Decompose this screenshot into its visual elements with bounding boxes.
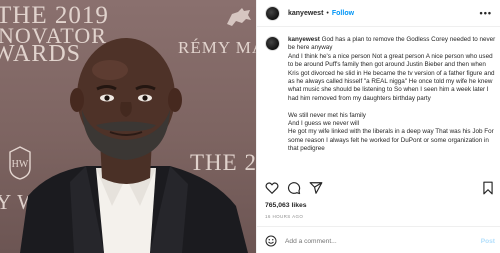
post-panel: kanyewest • Follow ••• kanyewest God has…	[256, 0, 500, 253]
emoji-icon[interactable]	[265, 235, 277, 247]
caption-line: We still never met his family	[288, 111, 366, 119]
like-count[interactable]: 765,063 likes	[265, 202, 307, 209]
person-portrait	[20, 38, 248, 253]
post-header: kanyewest • Follow •••	[257, 0, 500, 27]
share-icon[interactable]	[309, 181, 323, 195]
follow-button[interactable]: Follow	[332, 10, 354, 17]
comment-icon[interactable]	[287, 181, 301, 195]
bookmark-icon[interactable]	[481, 181, 495, 195]
caption: kanyewest God has a plan to remove the G…	[265, 36, 497, 154]
caption-line: And I guess we never will	[288, 120, 360, 128]
avatar[interactable]	[265, 36, 280, 51]
caption-line: And I think he's a nice person Not a gre…	[288, 52, 495, 102]
caption-line: He got my wife linked with the liberals …	[288, 128, 494, 153]
action-bar	[265, 181, 495, 195]
divider	[257, 226, 500, 227]
comment-bar: Post	[265, 234, 495, 248]
heart-icon[interactable]	[265, 181, 279, 195]
instagram-post: THE 2019 NOVATOR WARDS RÉMY MA THE 20 Y …	[0, 0, 500, 253]
avatar[interactable]	[265, 5, 280, 21]
caption-username-link[interactable]: kanyewest	[288, 36, 320, 43]
post-timestamp[interactable]: 16 HOURS AGO	[265, 214, 303, 219]
username-link[interactable]: kanyewest	[288, 10, 323, 17]
separator-dot: •	[326, 9, 329, 17]
comment-input[interactable]	[285, 237, 455, 245]
post-photo[interactable]: THE 2019 NOVATOR WARDS RÉMY MA THE 20 Y …	[0, 0, 256, 253]
caption-line: God has a plan to remove the Godless Cor…	[288, 36, 496, 52]
post-button[interactable]: Post	[481, 238, 495, 245]
more-options-icon[interactable]: •••	[480, 8, 492, 18]
caption-text: kanyewest God has a plan to remove the G…	[288, 36, 496, 154]
